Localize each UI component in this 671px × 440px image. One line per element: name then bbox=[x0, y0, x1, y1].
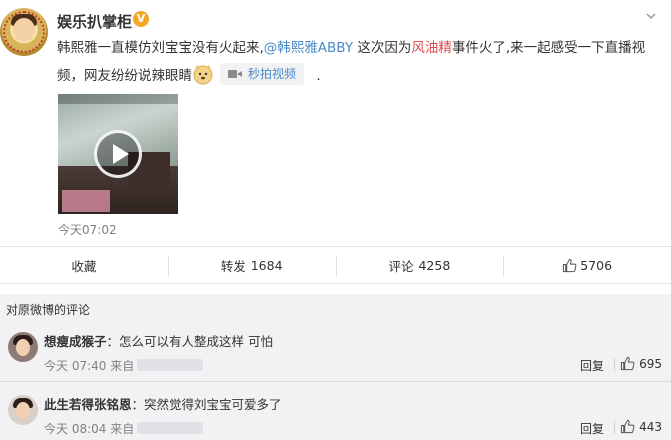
comment-like-count: 695 bbox=[639, 356, 662, 371]
like-count: 5706 bbox=[580, 257, 613, 273]
topic-highlight-link[interactable]: 风油精 bbox=[411, 40, 452, 56]
comment-timestamp[interactable]: 今天 07:40 bbox=[44, 359, 106, 373]
video-link[interactable]: 秒拍视频 bbox=[220, 63, 305, 85]
thumbs-up-icon bbox=[563, 258, 577, 272]
post-text-part2: 这次因为 bbox=[353, 40, 412, 56]
commenter-name[interactable]: 此生若得张铭恩 bbox=[44, 397, 132, 412]
comment-text: ：怎么可以有人整成这样 可怕 bbox=[106, 334, 273, 349]
author-avatar[interactable] bbox=[0, 8, 48, 56]
post-timestamp[interactable]: 今天07:02 bbox=[58, 221, 117, 238]
dog-emoji-icon bbox=[193, 65, 213, 85]
post-trailing-dot: . bbox=[316, 68, 321, 84]
mention-link[interactable]: @韩熙雅ABBY bbox=[264, 40, 353, 56]
comment-label: 评论 bbox=[388, 258, 414, 274]
comments-section: 对原微博的评论 想瘦成猴子：怎么可以有人整成这样 可怕 今天 07:40 来自 … bbox=[0, 294, 671, 440]
favorite-label: 收藏 bbox=[71, 258, 97, 274]
thumbnail-object bbox=[62, 190, 110, 212]
avatar-face bbox=[16, 339, 30, 356]
comment-source-prefix: 来自 bbox=[110, 359, 135, 373]
comment-line: 想瘦成猴子：怎么可以有人整成这样 可怕 bbox=[44, 331, 273, 350]
comments-title: 对原微博的评论 bbox=[6, 303, 91, 317]
commenter-name[interactable]: 想瘦成猴子 bbox=[44, 334, 107, 349]
divider bbox=[614, 421, 615, 434]
play-icon[interactable] bbox=[94, 130, 142, 178]
comment-item: 此生若得张铭恩：突然觉得刘宝宝可爱多了 今天 08:04 来自 回复 443 bbox=[0, 387, 671, 440]
repost-button[interactable]: 转发 1684 bbox=[167, 247, 336, 283]
thumbs-up-icon bbox=[620, 356, 635, 371]
action-bar: 收藏 转发 1684 评论 4258 5706 bbox=[0, 246, 671, 284]
post-text: 韩熙雅一直模仿刘宝宝没有火起来,@韩熙雅ABBY 这次因为风油精事件火了,来一起… bbox=[57, 34, 657, 90]
avatar-face bbox=[16, 402, 30, 419]
weibo-post: 娱乐扒掌柜 V 韩熙雅一直模仿刘宝宝没有火起来,@韩熙雅ABBY 这次因为风油精… bbox=[0, 0, 671, 245]
repost-label: 转发 bbox=[220, 258, 246, 274]
favorite-button[interactable]: 收藏 bbox=[0, 247, 168, 283]
thumbnail-overlay-bar bbox=[58, 94, 178, 104]
comment-source-blurred bbox=[137, 359, 204, 371]
repost-count: 1684 bbox=[250, 257, 283, 273]
author-name[interactable]: 娱乐扒掌柜 bbox=[57, 11, 132, 32]
like-button[interactable]: 5706 bbox=[503, 247, 671, 283]
reply-button[interactable]: 回复 bbox=[580, 420, 604, 437]
divider bbox=[614, 358, 615, 371]
comment-button[interactable]: 评论 4258 bbox=[335, 247, 504, 283]
thumbs-up-icon bbox=[620, 419, 635, 434]
video-link-label: 秒拍视频 bbox=[248, 67, 297, 81]
comment-source-prefix: 来自 bbox=[110, 422, 135, 436]
comment-like-count: 443 bbox=[639, 419, 662, 434]
comment-item: 想瘦成猴子：怎么可以有人整成这样 可怕 今天 07:40 来自 回复 695 bbox=[0, 324, 671, 382]
comment-like-button[interactable]: 695 bbox=[620, 356, 662, 371]
comment-timestamp[interactable]: 今天 08:04 bbox=[44, 422, 106, 436]
chevron-down-icon[interactable] bbox=[645, 10, 657, 22]
video-thumbnail[interactable] bbox=[58, 94, 178, 214]
comment-meta: 今天 08:04 来自 bbox=[44, 420, 204, 437]
comment-source-blurred bbox=[137, 422, 204, 434]
comment-count: 4258 bbox=[418, 257, 451, 273]
comment-line: 此生若得张铭恩：突然觉得刘宝宝可爱多了 bbox=[44, 394, 282, 413]
video-camera-icon bbox=[228, 70, 242, 78]
comment-meta: 今天 07:40 来自 bbox=[44, 357, 204, 374]
avatar-face bbox=[13, 18, 35, 42]
comment-text: ：突然觉得刘宝宝可爱多了 bbox=[131, 397, 282, 412]
verified-badge-icon: V bbox=[133, 11, 149, 27]
reply-button[interactable]: 回复 bbox=[580, 357, 604, 374]
post-text-part1: 韩熙雅一直模仿刘宝宝没有火起来, bbox=[57, 40, 264, 56]
comment-like-button[interactable]: 443 bbox=[620, 419, 662, 434]
commenter-avatar[interactable] bbox=[8, 395, 38, 425]
commenter-avatar[interactable] bbox=[8, 332, 38, 362]
